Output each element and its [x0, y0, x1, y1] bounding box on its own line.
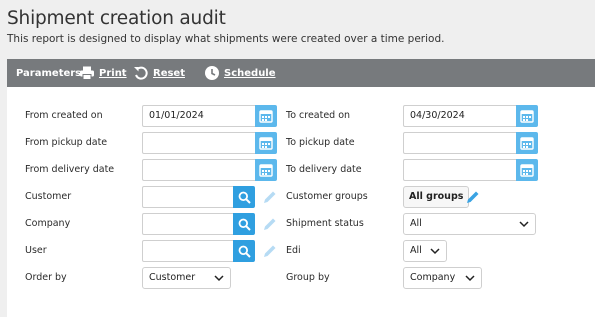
reset-label: Reset — [153, 67, 185, 79]
from-created-on-calendar-button[interactable] — [255, 105, 277, 127]
chevron-down-icon — [430, 248, 440, 255]
to-pickup-date-label: To pickup date — [286, 137, 355, 148]
to-created-on-input[interactable]: 04/30/2024 — [403, 105, 517, 127]
to-delivery-date-input[interactable] — [403, 159, 517, 181]
customer-edit-pencil-icon[interactable] — [262, 189, 278, 205]
to-pickup-date-calendar-button[interactable] — [516, 132, 538, 154]
clock-icon — [205, 66, 219, 80]
company-search-button[interactable] — [233, 213, 255, 235]
group-by-value: Company — [410, 272, 456, 283]
calendar-icon — [259, 164, 273, 177]
chevron-down-icon — [214, 275, 224, 282]
customer-input[interactable] — [142, 186, 234, 208]
customer-groups-edit-pencil-icon[interactable] — [465, 189, 481, 205]
customer-search-button[interactable] — [233, 186, 255, 208]
user-edit-pencil-icon[interactable] — [262, 243, 278, 259]
edi-label: Edi — [286, 245, 301, 256]
to-created-on-calendar-button[interactable] — [516, 105, 538, 127]
from-created-on-label: From created on — [25, 110, 103, 121]
to-delivery-date-label: To delivery date — [286, 164, 362, 175]
to-delivery-date-calendar-button[interactable] — [516, 159, 538, 181]
customer-label: Customer — [25, 191, 72, 202]
group-by-label: Group by — [286, 272, 330, 283]
schedule-button[interactable]: Schedule — [204, 59, 276, 87]
page-subtitle: This report is designed to display what … — [7, 33, 445, 45]
user-label: User — [25, 245, 47, 256]
reset-icon — [134, 66, 148, 80]
printer-icon — [80, 66, 94, 80]
group-by-select[interactable]: Company — [403, 267, 482, 289]
parameters-label: Parameters — [16, 67, 82, 79]
print-label: Print — [99, 67, 127, 79]
calendar-icon — [520, 164, 534, 177]
page-title: Shipment creation audit — [7, 8, 226, 29]
company-label: Company — [25, 218, 71, 229]
parameters-toolbar: Parameters Print Reset Schedule — [7, 59, 595, 87]
calendar-icon — [520, 110, 534, 123]
customer-groups-label: Customer groups — [286, 191, 368, 202]
order-by-label: Order by — [25, 272, 67, 283]
from-created-on-input[interactable]: 01/01/2024 — [142, 105, 256, 127]
shipment-status-value: All — [410, 218, 422, 229]
calendar-icon — [520, 137, 534, 150]
chevron-down-icon — [519, 221, 529, 228]
from-pickup-date-label: From pickup date — [25, 137, 108, 148]
calendar-icon — [259, 137, 273, 150]
order-by-value: Customer — [149, 272, 196, 283]
calendar-icon — [259, 110, 273, 123]
edi-value: All — [410, 245, 422, 256]
report-header: Shipment creation audit This report is d… — [0, 0, 595, 58]
search-icon — [238, 191, 251, 204]
shipment-status-select[interactable]: All — [403, 213, 536, 235]
from-delivery-date-input[interactable] — [142, 159, 256, 181]
reset-button[interactable]: Reset — [133, 59, 185, 87]
to-created-on-label: To created on — [286, 110, 351, 121]
to-pickup-date-input[interactable] — [403, 132, 517, 154]
chevron-down-icon — [465, 275, 475, 282]
order-by-select[interactable]: Customer — [142, 267, 231, 289]
search-icon — [238, 245, 251, 258]
company-input[interactable] — [142, 213, 234, 235]
parameters-panel: From created on 01/01/2024 To created on… — [7, 87, 595, 317]
from-pickup-date-calendar-button[interactable] — [255, 132, 277, 154]
print-button[interactable]: Print — [79, 59, 127, 87]
edi-select[interactable]: All — [403, 240, 447, 262]
all-groups-button[interactable]: All groups — [403, 186, 470, 208]
shipment-status-label: Shipment status — [286, 218, 364, 229]
user-search-button[interactable] — [233, 240, 255, 262]
user-input[interactable] — [142, 240, 234, 262]
company-edit-pencil-icon[interactable] — [262, 216, 278, 232]
from-delivery-date-label: From delivery date — [25, 164, 115, 175]
from-pickup-date-input[interactable] — [142, 132, 256, 154]
from-delivery-date-calendar-button[interactable] — [255, 159, 277, 181]
search-icon — [238, 218, 251, 231]
schedule-label: Schedule — [224, 67, 276, 79]
